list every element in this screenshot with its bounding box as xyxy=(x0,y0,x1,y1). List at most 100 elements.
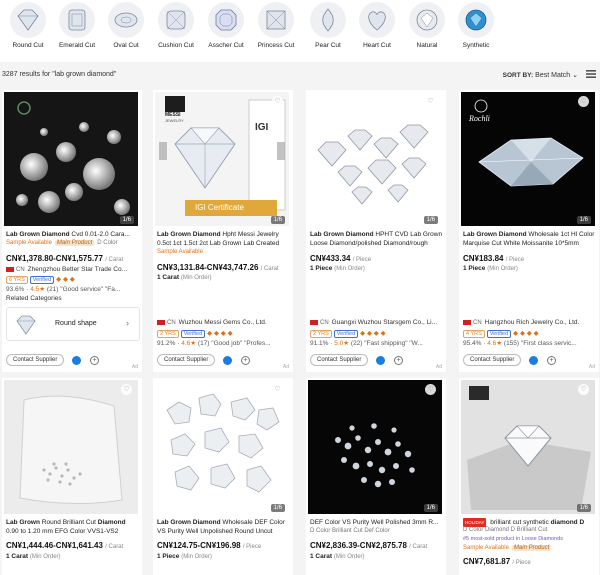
product-image[interactable]: MESSI JEWELRY IGI IGI Certificate ♡ 1/6 xyxy=(155,92,289,226)
supplier-name[interactable]: CN Wuzhou Messi Gems Co., Ltd. xyxy=(157,319,289,326)
oval-cut-icon xyxy=(108,2,144,38)
image-pager: 1/6 xyxy=(423,216,438,224)
related-category-round-shape[interactable]: Round shape › xyxy=(6,307,140,341)
image-pager: 1/6 xyxy=(576,504,591,512)
product-card[interactable]: ♡ 1/6 Lab Grown Diamond HPHT CVD Lab Gro… xyxy=(306,90,446,372)
product-price: CN¥124.75-CN¥196.98 / Piece xyxy=(157,541,262,550)
favorite-icon[interactable]: ♡ xyxy=(121,384,132,395)
cut-filter-cushion-cut[interactable]: Cushion Cut xyxy=(150,0,202,49)
favorite-icon[interactable]: ♡ xyxy=(272,96,283,107)
cushion-cut-icon xyxy=(158,2,194,38)
product-price: CN¥7,681.87 / Piece xyxy=(463,557,531,566)
pear-cut-icon xyxy=(310,2,346,38)
cut-filter-synthetic[interactable]: Synthetic xyxy=(450,0,502,49)
contact-supplier-button[interactable]: Contact Supplier xyxy=(310,354,369,366)
favorite-icon[interactable]: ♡ xyxy=(272,384,283,395)
product-image[interactable]: Rochli ♡ 1/6 xyxy=(461,92,595,226)
product-card[interactable]: ♡ 1/6 DEF Color VS Purity Well Polished … xyxy=(306,378,446,575)
product-price: CN¥2,836.39-CN¥2,875.78 / Carat xyxy=(310,541,428,550)
results-count: 3287 results for "lab grown diamond" xyxy=(2,71,117,78)
product-image[interactable]: ♡ 1/6 xyxy=(308,92,442,226)
supplier-name[interactable]: CN Guangxi Wuzhou Starsgem Co., Li... xyxy=(310,319,442,326)
cut-filter-natural[interactable]: Natural xyxy=(401,0,453,49)
contact-supplier-button[interactable]: Contact Supplier xyxy=(463,354,522,366)
chat-icon[interactable] xyxy=(376,356,385,365)
cut-filter-emerald-cut[interactable]: Emerald Cut xyxy=(51,0,103,49)
cut-filter-bar: Round Cut Emerald Cut Oval Cut Cushion Cut A… xyxy=(0,0,600,62)
product-title[interactable]: Lab Grown Round Brilliant Cut Diamond 0.… xyxy=(6,518,140,536)
product-card[interactable]: Rochli ♡ 1/6 Lab Grown Diamond Wholesale… xyxy=(459,90,599,372)
cut-filter-oval-cut[interactable]: Oval Cut xyxy=(100,0,152,49)
product-image[interactable]: 1/6 xyxy=(4,92,138,226)
add-icon[interactable]: + xyxy=(394,356,403,365)
chevron-down-icon: ⌄ xyxy=(572,72,578,79)
ad-label: Ad xyxy=(588,364,595,370)
sample-available: Sample Available Main Product xyxy=(463,545,552,551)
favorite-icon[interactable]: ♡ xyxy=(425,96,436,107)
chat-icon[interactable] xyxy=(223,356,232,365)
product-title[interactable]: DEF Color VS Purity Well Polished 3mm R.… xyxy=(310,518,444,527)
supplier-badges: 6 YRS Verified ◆ ◆ ◆ xyxy=(6,275,140,284)
igi-badge: IGI xyxy=(255,122,269,133)
product-card[interactable]: 1/6 Lab Grown Diamond Cvd 0.01-2.0 Cara.… xyxy=(2,90,142,372)
product-image[interactable]: ♡ 1/6 xyxy=(155,380,289,514)
card-actions: Contact Supplier + xyxy=(463,354,597,367)
brand-logo-text: Rochli xyxy=(469,114,490,123)
supplier-name[interactable]: CN Hangzhou Rich Jewelry Co., Ltd. xyxy=(463,319,595,326)
product-title[interactable]: Lab Grown Diamond Wholesale DEF Color VS… xyxy=(157,518,291,536)
product-attributes: D Color Diamond D Brilliant Cut xyxy=(463,527,548,533)
cut-filter-pear-cut[interactable]: Pear Cut xyxy=(302,0,354,49)
emerald-cut-icon xyxy=(59,2,95,38)
add-icon[interactable]: + xyxy=(90,356,99,365)
image-pager: 1/6 xyxy=(576,216,591,224)
product-image[interactable]: ♡ 1/6 xyxy=(461,380,595,514)
cut-filter-label: Princess Cut xyxy=(257,42,295,49)
product-title[interactable]: Lab Grown Diamond HPHT CVD Lab Grown Loo… xyxy=(310,230,444,248)
min-order: 1 Piece (Min Order) xyxy=(310,265,365,272)
sort-control[interactable]: SORT BY: Best Match ⌄ xyxy=(503,71,578,79)
contact-supplier-button[interactable]: Contact Supplier xyxy=(157,354,216,366)
igi-certificate-label: IGI Certificate xyxy=(195,203,244,212)
product-title[interactable]: HOLIDAY brilliant cut synthetic diamond … xyxy=(463,518,597,527)
cut-filter-round-cut[interactable]: Round Cut xyxy=(2,0,54,49)
cut-filter-princess-cut[interactable]: Princess Cut xyxy=(250,0,302,49)
most-sold-badge: #5 most-sold product in Loose Diamonds xyxy=(463,536,563,542)
product-card[interactable]: MESSI JEWELRY IGI IGI Certificate ♡ 1/6 … xyxy=(153,90,293,372)
min-order: 1 Carat (Min Order) xyxy=(310,553,365,560)
round-diamond-icon xyxy=(16,315,36,335)
results-bar: 3287 results for "lab grown diamond" SOR… xyxy=(0,66,600,84)
cut-filter-label: Oval Cut xyxy=(113,42,139,49)
product-card[interactable]: ♡ 1/6 Lab Grown Diamond Wholesale DEF Co… xyxy=(153,378,293,575)
sort-value[interactable]: Best Match xyxy=(535,72,570,79)
related-categories-heading: Related Categories xyxy=(6,295,62,302)
list-view-icon[interactable] xyxy=(586,69,596,79)
card-actions: Contact Supplier + xyxy=(6,354,140,367)
sample-available: Sample Available xyxy=(157,249,203,255)
contact-supplier-button[interactable]: Contact Supplier xyxy=(6,354,65,366)
sort-label: SORT BY: xyxy=(502,72,534,79)
cut-filter-asscher-cut[interactable]: Asscher Cut xyxy=(200,0,252,49)
product-price: CN¥3,131.84-CN¥43,747.26 / Carat xyxy=(157,263,279,272)
add-icon[interactable]: + xyxy=(241,356,250,365)
product-image[interactable]: ♡ xyxy=(4,380,138,514)
product-title[interactable]: Lab Grown Diamond Wholesale 1ct Hl Color… xyxy=(463,230,597,248)
add-icon[interactable]: + xyxy=(547,356,556,365)
favorite-icon[interactable]: ♡ xyxy=(578,96,589,107)
favorite-icon[interactable]: ♡ xyxy=(578,384,589,395)
cut-filter-label: Emerald Cut xyxy=(58,42,96,49)
favorite-icon[interactable]: ♡ xyxy=(425,384,436,395)
supplier-name[interactable]: CN Zhengzhou Better Star Trade Co... xyxy=(6,266,138,273)
cut-filter-label: Synthetic xyxy=(462,42,490,49)
chat-icon[interactable] xyxy=(529,356,538,365)
product-title[interactable]: Lab Grown Diamond Hpht Messi Jewelry 0.5… xyxy=(157,230,291,248)
chat-icon[interactable] xyxy=(72,356,81,365)
product-image[interactable]: ♡ 1/6 xyxy=(308,380,442,514)
image-pager: 1/6 xyxy=(423,504,438,512)
cut-filter-heart-cut[interactable]: Heart Cut xyxy=(351,0,403,49)
brand-sub-text: JEWELRY xyxy=(165,118,184,123)
product-card[interactable]: ♡ 1/6 HOLIDAY brilliant cut synthetic di… xyxy=(459,378,599,575)
supplier-badges: 4 YRS Verified ◆ ◆ ◆ ◆ xyxy=(463,329,597,338)
cut-filter-label: Asscher Cut xyxy=(208,42,244,49)
product-card[interactable]: ♡ Lab Grown Round Brilliant Cut Diamond … xyxy=(2,378,142,575)
product-price: CN¥1,378.80-CN¥1,575.77 / Carat xyxy=(6,254,124,263)
